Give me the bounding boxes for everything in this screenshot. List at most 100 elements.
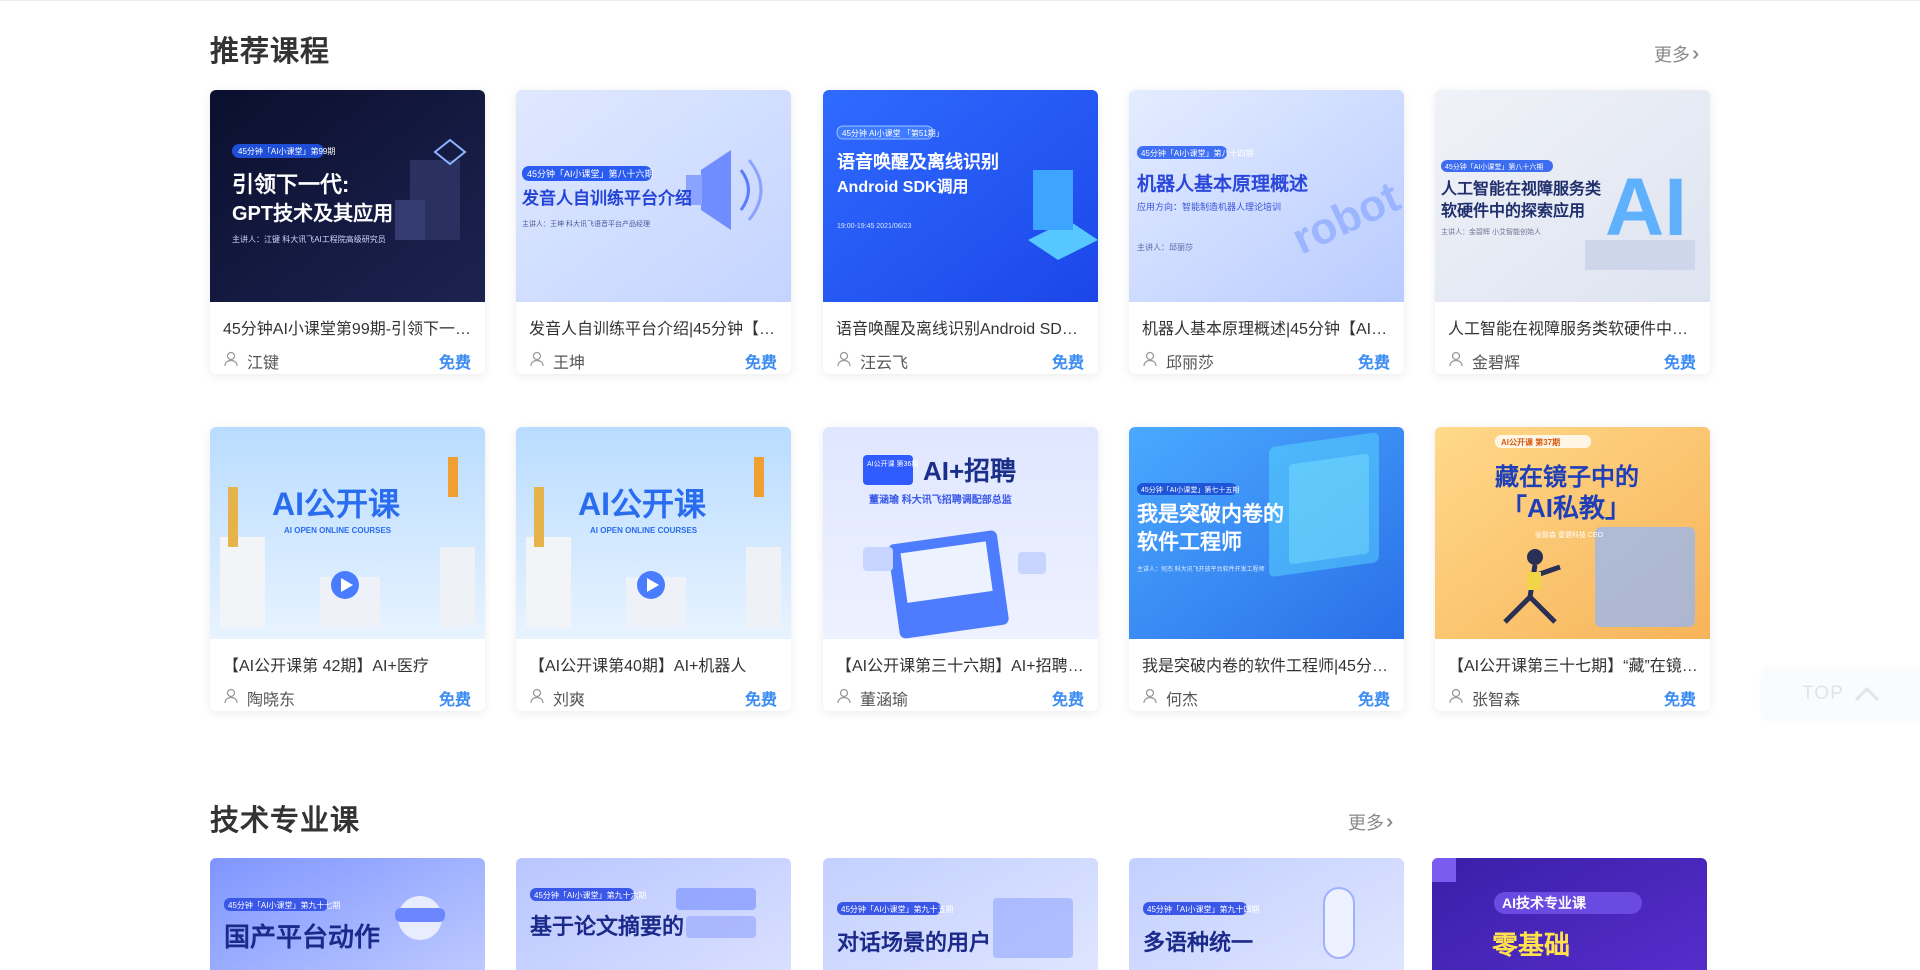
course-title[interactable]: 机器人基本原理概述|45分钟【AI小课堂】第八十四期 bbox=[1129, 302, 1404, 340]
thumb-headline: 机器人基本原理概述 bbox=[1137, 172, 1308, 195]
tech-course-card-5[interactable]: AI技术专业课 零基础 bbox=[1432, 858, 1707, 970]
course-title[interactable]: 我是突破内卷的软件工程师|45分钟【AI小课堂】第七十五期 bbox=[1129, 639, 1404, 677]
course-thumbnail[interactable]: AI公开课 AI OPEN ONLINE COURSES bbox=[516, 427, 791, 639]
tech-course-card-3[interactable]: 45分钟「AI小课堂」第九十五期 对话场景的用户 bbox=[823, 858, 1098, 970]
course-card-2[interactable]: 45分钟「AI小课堂」第八十六期 发音人自训练平台介绍 主讲人：王坤 科大讯飞语… bbox=[516, 90, 791, 374]
user-icon bbox=[223, 351, 239, 372]
user-icon bbox=[223, 688, 239, 709]
thumb-headline: 我是突破内卷的 bbox=[1137, 502, 1284, 526]
teacher-name: 何杰 bbox=[1166, 692, 1199, 709]
course-card-3[interactable]: 45分钟 AI小课堂 「第51期」 语音唤醒及离线识别 Android SDK调… bbox=[823, 90, 1098, 374]
thumb-headline: 软件工程师 bbox=[1137, 530, 1242, 554]
thumb-tag: 45分钟「AI小课堂」第99期 bbox=[238, 146, 335, 156]
teacher-name: 邱丽莎 bbox=[1166, 355, 1215, 372]
course-title[interactable]: 【AI公开课第三十六期】AI+招聘 | 科大讯飞招聘调配部总监 bbox=[823, 639, 1098, 677]
thumb-headline: AI OPEN ONLINE COURSES bbox=[284, 526, 392, 535]
course-thumbnail[interactable]: AI 45分钟「AI小课堂」第八十六期 人工智能在视障服务类 软硬件中的探索应用… bbox=[1435, 90, 1710, 302]
more-link-recommended[interactable]: 更多 ›› bbox=[1654, 41, 1701, 67]
tech-course-card-4[interactable]: 45分钟「AI小课堂」第九十四期 多语种统一 bbox=[1129, 858, 1404, 970]
top-divider bbox=[0, 0, 1920, 1]
course-thumbnail[interactable]: AI公开课 第37期 藏在镜子中的 「AI私教」 张智森 壹健科技 CEO bbox=[1435, 427, 1710, 639]
course-card-5[interactable]: AI 45分钟「AI小课堂」第八十六期 人工智能在视障服务类 软硬件中的探索应用… bbox=[1435, 90, 1710, 374]
back-to-top-button[interactable]: TOP bbox=[1762, 668, 1920, 720]
thumb-speaker: 主讲人：邱丽莎 bbox=[1137, 242, 1193, 252]
course-card-7[interactable]: AI公开课 AI OPEN ONLINE COURSES 【AI公开课第40期】… bbox=[516, 427, 791, 711]
teacher-name: 张智森 bbox=[1472, 692, 1521, 709]
price-badge: 免费 bbox=[438, 692, 471, 709]
thumb-headline: 多语种统一 bbox=[1143, 930, 1253, 955]
course-title[interactable]: 【AI公开课第 42期】AI+医疗 bbox=[210, 639, 485, 677]
course-title[interactable]: 【AI公开课第三十七期】“藏”在镜子中的“AI私教” bbox=[1435, 639, 1710, 677]
thumb-tag: 45分钟「AI小课堂」第八十六期 bbox=[527, 168, 654, 179]
thumb-headline: 「AI私教」 bbox=[1501, 493, 1631, 523]
thumb-headline: 引领下一代: bbox=[232, 172, 349, 197]
course-title[interactable]: 45分钟AI小课堂第99期-引领下一代：GPT技术及其应用 bbox=[210, 302, 485, 340]
thumb-headline: 董涵瑜 科大讯飞招聘调配部总监 bbox=[869, 493, 1012, 506]
thumb-speaker: 主讲人：何杰 科大讯飞开放平台软件开发工程师 bbox=[1137, 565, 1265, 573]
thumb-headline: 语音唤醒及离线识别 bbox=[837, 151, 999, 172]
thumb-speaker: 主讲人：王坤 科大讯飞语音平台产品经理 bbox=[522, 219, 650, 228]
more-label: 更多 bbox=[1654, 45, 1690, 65]
price-badge: 免费 bbox=[1051, 692, 1084, 709]
more-link-tech[interactable]: 更多 ›› bbox=[1348, 809, 1395, 835]
tech-course-card-1[interactable]: 45分钟「AI小课堂」第九十七期 国产平台动作 bbox=[210, 858, 485, 970]
thumb-headline: GPT技术及其应用 bbox=[232, 201, 393, 225]
thumb-tag: 45分钟 AI小课堂 「第51期」 bbox=[842, 128, 944, 138]
user-icon bbox=[529, 351, 545, 372]
thumb-headline: 发音人自训练平台介绍 bbox=[521, 188, 692, 208]
thumb-tag: AI公开课 第37期 bbox=[1501, 437, 1560, 447]
course-title[interactable]: 语音唤醒及离线识别Android SDK调用|45分钟【AI小课堂】 bbox=[823, 302, 1098, 340]
page: 推荐课程 更多 ›› 45分钟「AI小课堂」第99期 引领下一代: GPT技术及… bbox=[0, 0, 1920, 970]
thumb-headline: Android SDK调用 bbox=[837, 178, 969, 196]
user-icon bbox=[836, 351, 852, 372]
teacher-name: 刘爽 bbox=[553, 692, 586, 709]
thumb-headline: AI OPEN ONLINE COURSES bbox=[590, 526, 698, 535]
course-thumbnail[interactable]: 45分钟「AI小课堂」第99期 引领下一代: GPT技术及其应用 主讲人：江键 … bbox=[210, 90, 485, 302]
course-thumbnail[interactable]: robot 45分钟「AI小课堂」第八十四期 机器人基本原理概述 应用方向：智能… bbox=[1129, 90, 1404, 302]
user-icon bbox=[836, 688, 852, 709]
course-card-6[interactable]: AI公开课 AI OPEN ONLINE COURSES 【AI公开课第 42期… bbox=[210, 427, 485, 711]
thumb-headline: 应用方向：智能制造机器人理论培训 bbox=[1137, 201, 1281, 212]
course-card-9[interactable]: 45分钟「AI小课堂」第七十五期 我是突破内卷的 软件工程师 主讲人：何杰 科大… bbox=[1129, 427, 1404, 711]
course-thumbnail[interactable]: AI公开课 AI OPEN ONLINE COURSES bbox=[210, 427, 485, 639]
user-icon bbox=[1448, 351, 1464, 372]
teacher-name: 汪云飞 bbox=[860, 355, 909, 372]
thumb-tag: 45分钟「AI小课堂」第九十六期 bbox=[534, 890, 646, 900]
price-badge: 免费 bbox=[744, 692, 777, 709]
price-badge: 免费 bbox=[744, 355, 777, 372]
thumb-tag: 45分钟「AI小课堂」第八十六期 bbox=[1445, 162, 1543, 171]
course-card-8[interactable]: AI公开课 第36期 AI+招聘 董涵瑜 科大讯飞招聘调配部总监 【AI公开课第… bbox=[823, 427, 1098, 711]
thumb-speaker: 张智森 壹健科技 CEO bbox=[1535, 530, 1604, 539]
user-icon bbox=[1448, 688, 1464, 709]
thumb-tag: AI技术专业课 bbox=[1502, 895, 1587, 911]
thumb-headline: 人工智能在视障服务类 bbox=[1441, 179, 1602, 198]
tech-course-card-2[interactable]: 45分钟「AI小课堂」第九十六期 基于论文摘要的 bbox=[516, 858, 791, 970]
course-thumbnail[interactable]: 45分钟 AI小课堂 「第51期」 语音唤醒及离线识别 Android SDK调… bbox=[823, 90, 1098, 302]
teacher-name: 董涵瑜 bbox=[860, 692, 909, 709]
thumb-headline: 国产平台动作 bbox=[224, 922, 380, 952]
section-title-tech: 技术专业课 bbox=[210, 805, 361, 837]
course-card-4[interactable]: robot 45分钟「AI小课堂」第八十四期 机器人基本原理概述 应用方向：智能… bbox=[1129, 90, 1404, 374]
course-thumbnail[interactable]: 45分钟「AI小课堂」第八十六期 发音人自训练平台介绍 主讲人：王坤 科大讯飞语… bbox=[516, 90, 791, 302]
teacher-name: 陶晓东 bbox=[247, 692, 296, 709]
thumb-tag: 45分钟「AI小课堂」第九十五期 bbox=[841, 904, 953, 914]
thumb-tag: 45分钟「AI小课堂」第八十四期 bbox=[1141, 148, 1253, 158]
course-title[interactable]: 发音人自训练平台介绍|45分钟【AI小课堂】第八十六期 bbox=[516, 302, 791, 340]
thumb-headline: 基于论文摘要的 bbox=[530, 914, 684, 939]
chevron-up-icon bbox=[1854, 686, 1879, 702]
course-title[interactable]: 【AI公开课第40期】AI+机器人 bbox=[516, 639, 791, 677]
course-thumbnail[interactable]: 45分钟「AI小课堂」第七十五期 我是突破内卷的 软件工程师 主讲人：何杰 科大… bbox=[1129, 427, 1404, 639]
course-card-1[interactable]: 45分钟「AI小课堂」第99期 引领下一代: GPT技术及其应用 主讲人：江键 … bbox=[210, 90, 485, 374]
course-thumbnail[interactable]: AI公开课 第36期 AI+招聘 董涵瑜 科大讯飞招聘调配部总监 bbox=[823, 427, 1098, 639]
course-card-10[interactable]: AI公开课 第37期 藏在镜子中的 「AI私教」 张智森 壹健科技 CEO 【A… bbox=[1435, 427, 1710, 711]
thumb-speaker: 主讲人：金碧辉 小艾智能创始人 bbox=[1441, 227, 1541, 236]
thumb-headline: AI公开课 bbox=[578, 486, 707, 522]
thumb-speaker: 主讲人：江键 科大讯飞AI工程院高级研究员 bbox=[232, 234, 386, 244]
thumb-headline: 软硬件中的探索应用 bbox=[1441, 201, 1585, 220]
user-icon bbox=[1142, 351, 1158, 372]
teacher-name: 金碧辉 bbox=[1472, 355, 1521, 372]
thumb-tag: 45分钟「AI小课堂」第七十五期 bbox=[1141, 485, 1239, 494]
back-to-top-label: TOP bbox=[1802, 683, 1844, 704]
svg-text:AI: AI bbox=[1605, 162, 1687, 253]
course-title[interactable]: 人工智能在视障服务类软硬件中的探索应用 bbox=[1435, 302, 1710, 340]
